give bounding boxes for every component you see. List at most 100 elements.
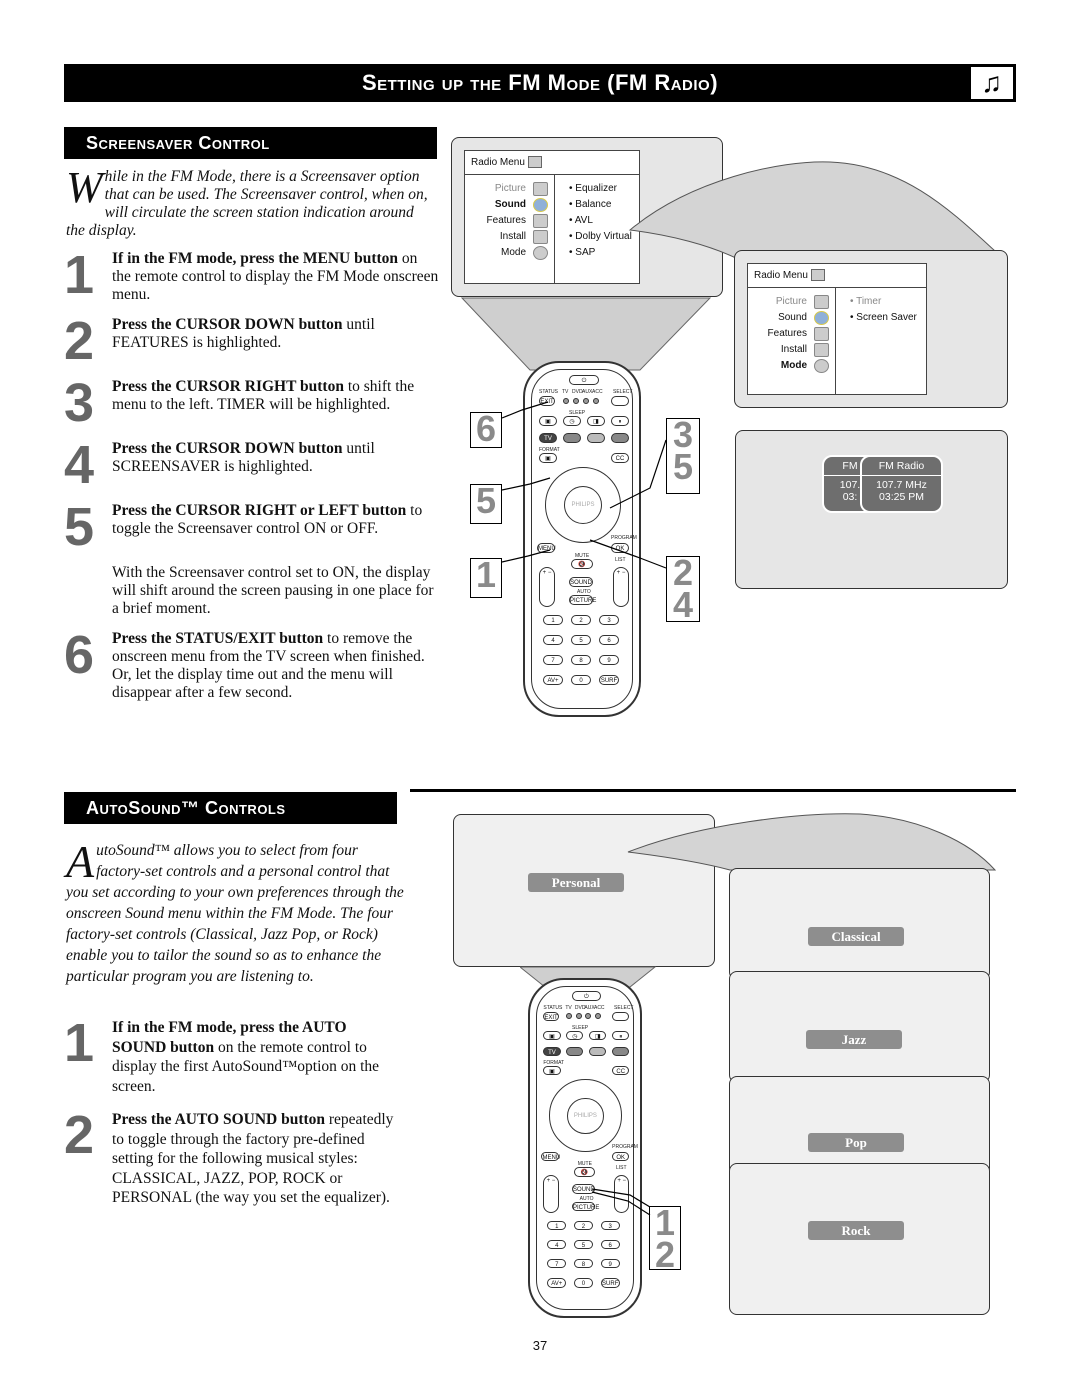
av-button[interactable]: AV+	[547, 1277, 567, 1288]
cc-button[interactable]: CC	[612, 1065, 630, 1076]
surf-button[interactable]: SURF	[600, 1277, 620, 1288]
step-text: Press the AUTO SOUND button repeatedly t…	[112, 1111, 394, 1206]
step-text: Press the CURSOR DOWN button until SCREE…	[112, 440, 375, 475]
tv-screen-features-menu: Radio Menu Picture Sound Features Install Mo…	[734, 250, 1008, 408]
play-button[interactable]	[589, 1046, 607, 1057]
fm-time: 03:25 PM	[879, 491, 924, 503]
next-button[interactable]	[612, 1046, 630, 1057]
menu-item-install[interactable]: Install	[748, 342, 835, 358]
ok-button[interactable]: OK	[612, 1151, 630, 1162]
step-text: With the Screensaver control set to ON, …	[112, 564, 434, 617]
pip-button[interactable]: ▣	[543, 1030, 561, 1041]
select-button[interactable]	[612, 1011, 630, 1022]
step-number: 2	[64, 311, 95, 371]
digit-4-button[interactable]: 4	[543, 635, 563, 645]
submenu-item-screen-saver[interactable]: • Screen Saver	[838, 310, 917, 326]
pause-button[interactable]: ⏸	[612, 1030, 630, 1041]
digit-0-button[interactable]: 0	[571, 675, 591, 685]
intro-text: hile in the FM Mode, there is a Screensa…	[66, 168, 428, 239]
menu-item-features[interactable]: Features	[465, 213, 554, 229]
digit-7-button[interactable]: 7	[547, 1258, 567, 1269]
menu-item-picture[interactable]: Picture	[465, 181, 554, 197]
step-text: Press the STATUS/EXIT button to remove t…	[112, 630, 425, 701]
menu-item-sound[interactable]: Sound	[465, 197, 554, 213]
autosound-intro: AutoSound™ allows you to select from fou…	[66, 839, 406, 987]
radio-menu-1: Radio Menu Picture Sound Features Install Mo…	[464, 150, 640, 284]
music-note-icon: ♫	[970, 66, 1014, 100]
digit-0-button[interactable]: 0	[573, 1277, 594, 1288]
autosound-steps: 1 If in the FM mode, press the AUTO SOUND…	[64, 1016, 394, 1218]
digit-7-button[interactable]: 7	[543, 655, 563, 665]
intro-text: utoSound™ allows you to select from four…	[66, 842, 404, 985]
step-number: 4	[64, 435, 95, 495]
philips-logo: PHILIPS	[567, 1097, 604, 1134]
screensaver-section-title: Screensaver Control	[64, 127, 437, 159]
mode-icon	[814, 359, 829, 373]
submenu-item-timer[interactable]: • Timer	[838, 294, 917, 310]
digit-6-button[interactable]: 6	[599, 635, 619, 645]
digit-2-button[interactable]: 2	[571, 615, 591, 625]
format-button[interactable]: ▣	[543, 1065, 561, 1076]
menu-header: Radio Menu	[748, 264, 926, 288]
step-number: 3	[64, 373, 95, 433]
tv-screen-pop: Pop	[729, 1076, 990, 1176]
sleep-button[interactable]: ◷	[566, 1030, 584, 1041]
digit-5-button[interactable]: 5	[573, 1239, 594, 1250]
radio-menu-2: Radio Menu Picture Sound Features Install Mo…	[747, 263, 927, 395]
menu-item-mode[interactable]: Mode	[748, 358, 835, 374]
volume-rocker[interactable]: + −	[543, 1174, 559, 1213]
power-button[interactable]: ⏻	[572, 991, 601, 1001]
tv-screen-fm-display: FM 107. 03: FM Radio 107.7 MHz 03:25 PM	[735, 430, 1008, 589]
page-title-banner: Setting up the FM Mode (FM Radio) ♫	[64, 64, 1016, 102]
record-button[interactable]: ◨	[589, 1030, 607, 1041]
menu-item-sound[interactable]: Sound	[748, 310, 835, 326]
features-icon	[533, 214, 548, 228]
fm-frequency: 107.7 MHz	[876, 479, 927, 491]
mute-button[interactable]: 🔇	[573, 1167, 595, 1177]
menu-item-install[interactable]: Install	[465, 229, 554, 245]
step-number: 2	[64, 1105, 95, 1165]
step-3: 3 Press the CURSOR RIGHT button to shift …	[64, 373, 439, 433]
mode-icon	[533, 246, 548, 260]
digit-9-button[interactable]: 9	[599, 655, 619, 665]
status-exit-button[interactable]: EXIT	[543, 1011, 559, 1022]
tv-screen-jazz: Jazz	[729, 971, 990, 1083]
digit-6-button[interactable]: 6	[600, 1239, 620, 1250]
remote-control: ⏻ STATUS EXIT SELECT TV DVD AUX ACC SLEEP ▣ ◷ ◨ ⏸ TV F…	[528, 978, 642, 1318]
digit-4-button[interactable]: 4	[547, 1239, 567, 1250]
menu-icon	[810, 269, 825, 282]
tv-label: TV	[565, 1004, 572, 1011]
step-text: Press the CURSOR DOWN button until FEATU…	[112, 316, 375, 351]
auto-picture-button[interactable]: PICTURE	[569, 595, 596, 605]
cursor-dpad[interactable]: PHILIPS	[549, 1079, 622, 1152]
section-divider	[410, 789, 1016, 792]
fm-display-title: FM Radio	[862, 457, 941, 476]
stop-button[interactable]	[566, 1046, 584, 1057]
page-title: Setting up the FM Mode (FM Radio)	[361, 70, 719, 95]
digit-8-button[interactable]: 8	[571, 655, 591, 665]
select-label: SELECT	[614, 1004, 634, 1011]
digit-8-button[interactable]: 8	[573, 1258, 594, 1269]
menu-item-features[interactable]: Features	[748, 326, 835, 342]
step-2: 2 Press the CURSOR DOWN button until FEAT…	[64, 311, 439, 371]
mode-label-personal: Personal	[528, 873, 624, 892]
digit-1-button[interactable]: 1	[547, 1220, 567, 1231]
menu-item-picture[interactable]: Picture	[748, 294, 835, 310]
step-text: If in the FM mode, press the MENU button…	[112, 250, 439, 303]
surf-button[interactable]: SURF	[599, 675, 619, 685]
sleep-label: SLEEP	[572, 1024, 589, 1031]
drop-cap: W	[66, 163, 103, 212]
av-button[interactable]: AV+	[543, 675, 563, 685]
list-label: LIST	[615, 1165, 627, 1172]
menu-icon	[527, 156, 542, 169]
mode-label-pop: Pop	[808, 1133, 904, 1152]
tv-button[interactable]: TV	[543, 1046, 561, 1057]
digit-1-button[interactable]: 1	[543, 615, 563, 625]
page-number: 37	[532, 1338, 548, 1353]
step-2: 2 Press the AUTO SOUND button repeatedly …	[64, 1105, 394, 1208]
menu-item-mode[interactable]: Mode	[465, 245, 554, 261]
digit-9-button[interactable]: 9	[600, 1258, 620, 1269]
digit-5-button[interactable]: 5	[571, 635, 591, 645]
menu-button[interactable]: MENU	[541, 1151, 560, 1162]
digit-3-button[interactable]: 3	[599, 615, 619, 625]
